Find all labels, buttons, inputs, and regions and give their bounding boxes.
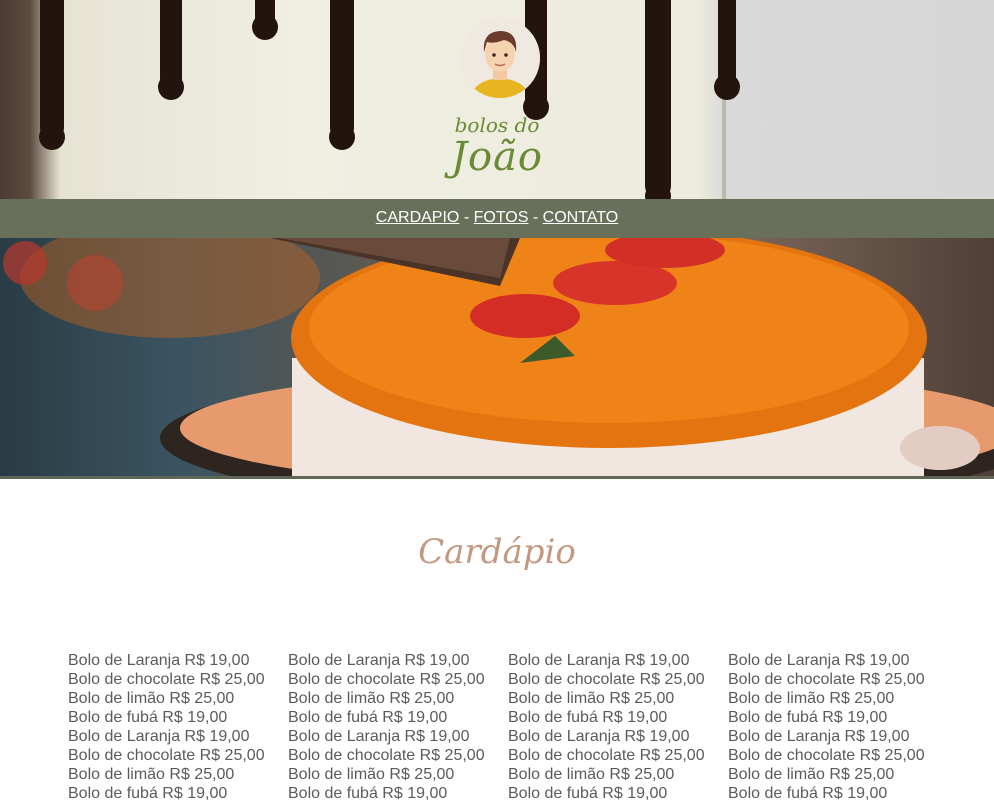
menu-item: Bolo de Laranja R$ 19,00 (68, 728, 250, 745)
menu-item: Bolo de chocolate R$ 25,00 (508, 747, 705, 764)
nav-link-cardapio[interactable]: CARDAPIO (376, 209, 460, 226)
menu-item: Bolo de limão R$ 25,00 (728, 766, 895, 783)
menu-item: Bolo de fubá R$ 19,00 (288, 709, 448, 726)
menu-title: Cardápio (418, 532, 576, 572)
menu-item: Bolo de chocolate R$ 25,00 (68, 671, 265, 688)
nav-separator: - (532, 209, 539, 226)
menu-item: Bolo de Laranja R$ 19,00 (508, 652, 690, 669)
banner-divider (0, 476, 994, 479)
menu-item: Bolo de limão R$ 25,00 (728, 690, 895, 707)
menu-item: Bolo de chocolate R$ 25,00 (728, 671, 925, 688)
menu-item: Bolo de chocolate R$ 25,00 (728, 747, 925, 764)
nav-separator: - (463, 209, 470, 226)
menu-item: Bolo de limão R$ 25,00 (68, 766, 235, 783)
menu-item: Bolo de Laranja R$ 19,00 (508, 728, 690, 745)
menu-item: Bolo de fubá R$ 19,00 (728, 709, 888, 726)
nav-link-contato[interactable]: CONTATO (543, 209, 619, 226)
chef-avatar-icon (460, 18, 540, 98)
main-nav: CARDAPIO - FOTOS - CONTATO (0, 199, 994, 238)
menu-item: Bolo de limão R$ 25,00 (288, 766, 455, 783)
menu-item: Bolo de Laranja R$ 19,00 (288, 728, 470, 745)
menu-column: Bolo de Laranja R$ 19,00 Bolo de chocola… (68, 651, 283, 803)
logo-text-big: João (450, 134, 544, 180)
menu-item: Bolo de chocolate R$ 25,00 (288, 747, 485, 764)
menu-item: Bolo de fubá R$ 19,00 (508, 709, 668, 726)
menu-item: Bolo de limão R$ 25,00 (508, 690, 675, 707)
menu-item: Bolo de chocolate R$ 25,00 (288, 671, 485, 688)
menu-item: Bolo de Laranja R$ 19,00 (68, 652, 250, 669)
menu-column: Bolo de Laranja R$ 19,00 Bolo de chocola… (728, 651, 943, 803)
menu-item: Bolo de limão R$ 25,00 (288, 690, 455, 707)
menu-item: Bolo de chocolate R$ 25,00 (508, 671, 705, 688)
chocolate-drip (252, 0, 278, 40)
menu-column: Bolo de Laranja R$ 19,00 Bolo de chocola… (288, 651, 503, 803)
menu-column: Bolo de Laranja R$ 19,00 Bolo de chocola… (508, 651, 723, 803)
chocolate-drip (714, 0, 740, 100)
header-hero: bolos do João (0, 0, 994, 199)
menu-item: Bolo de Laranja R$ 19,00 (728, 652, 910, 669)
nav-link-fotos[interactable]: FOTOS (474, 209, 529, 226)
chocolate-drip (158, 0, 184, 100)
menu-item: Bolo de chocolate R$ 25,00 (68, 747, 265, 764)
menu-item: Bolo de Laranja R$ 19,00 (288, 652, 470, 669)
menu-item: Bolo de limão R$ 25,00 (68, 690, 235, 707)
banner-cake-image (0, 238, 994, 476)
menu-item: Bolo de limão R$ 25,00 (508, 766, 675, 783)
menu-item: Bolo de Laranja R$ 19,00 (728, 728, 910, 745)
menu-item: Bolo de fubá R$ 19,00 (68, 709, 228, 726)
